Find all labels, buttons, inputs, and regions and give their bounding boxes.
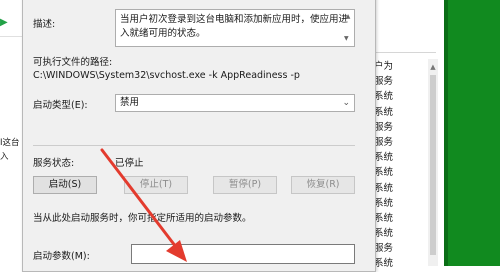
scroll-down-arrow-icon[interactable]: ▼ xyxy=(344,34,349,44)
resume-button[interactable]: 恢复(R) xyxy=(291,176,355,194)
scroll-up-arrow-icon[interactable]: ▲ xyxy=(344,12,352,22)
description-text: 当用户初次登录到这台电脑和添加新应用时，使应用进入就绪可用的状态。 xyxy=(120,14,349,39)
list-item[interactable]: 系统 xyxy=(374,256,393,271)
service-status-label: 服务状态: xyxy=(33,158,75,169)
start-button[interactable]: 启动(S) xyxy=(33,176,97,194)
play-icon[interactable]: ▶ xyxy=(0,18,10,28)
pause-button[interactable]: 暂停(P) xyxy=(213,176,277,194)
chevron-down-icon[interactable]: ⌄ xyxy=(342,95,350,111)
list-item[interactable]: 系统 xyxy=(374,105,393,120)
service-type-column: 户为 服务 系统 系统 服务 服务 系统 系统 系统 系统 系统 系统 服务 系… xyxy=(374,59,393,272)
list-item[interactable]: 系统 xyxy=(374,196,393,211)
toolbar-divider xyxy=(0,36,24,37)
vertical-scrollbar[interactable]: ▲ xyxy=(428,59,438,266)
exe-path-value: C:\WINDOWS\System32\svchost.exe -k AppRe… xyxy=(33,70,300,81)
list-item[interactable]: 系统 xyxy=(374,150,393,165)
service-properties-dialog: 描述: 当用户初次登录到这台电脑和添加新应用时，使应用进入就绪可用的状态。 ▲ … xyxy=(22,0,376,272)
start-params-hint: 当从此处启动服务时，你可指定所适用的启动参数。 xyxy=(33,213,252,224)
list-item[interactable]: 系统 xyxy=(374,89,393,104)
desktop-edge xyxy=(444,0,448,266)
description-scrollbar[interactable]: ▲ ▼ xyxy=(344,12,352,42)
list-item[interactable]: 系统 xyxy=(374,226,393,241)
background-text-1: I这台 xyxy=(0,138,20,148)
description-label: 描述: xyxy=(33,19,56,30)
section-divider xyxy=(33,145,355,146)
startup-type-value: 禁用 xyxy=(120,97,140,108)
scroll-up-arrow-icon[interactable]: ▲ xyxy=(429,63,437,71)
list-item[interactable]: 服务 xyxy=(374,120,393,135)
list-item[interactable]: 服务 xyxy=(374,74,393,89)
startup-type-label: 启动类型(E): xyxy=(33,100,88,111)
background-text-2: 入 xyxy=(0,152,9,162)
description-textbox[interactable]: 当用户初次登录到这台电脑和添加新应用时，使应用进入就绪可用的状态。 ▲ ▼ xyxy=(115,9,355,47)
list-item[interactable]: 系统 xyxy=(374,165,393,180)
background-services-list: 户为 服务 系统 系统 服务 服务 系统 系统 系统 系统 系统 系统 服务 系… xyxy=(366,0,444,269)
list-item[interactable]: 户为 xyxy=(374,59,393,74)
exe-path-label: 可执行文件的路径: xyxy=(33,57,113,68)
list-item[interactable]: 系统 xyxy=(374,181,393,196)
stop-button[interactable]: 停止(T) xyxy=(124,176,188,194)
list-item[interactable]: 系统 xyxy=(374,211,393,226)
scrollbar-thumb[interactable] xyxy=(430,75,436,255)
list-header-divider xyxy=(366,52,436,53)
start-params-input[interactable] xyxy=(131,244,355,264)
service-status-value: 已停止 xyxy=(115,158,144,169)
desktop-background xyxy=(444,0,500,266)
background-window-left: ▶ I这台 入 xyxy=(0,0,24,266)
start-params-label: 启动参数(M): xyxy=(33,251,90,262)
list-item[interactable]: 服务 xyxy=(374,241,393,256)
list-item[interactable]: 服务 xyxy=(374,135,393,150)
startup-type-select[interactable]: 禁用 ⌄ xyxy=(115,94,355,112)
